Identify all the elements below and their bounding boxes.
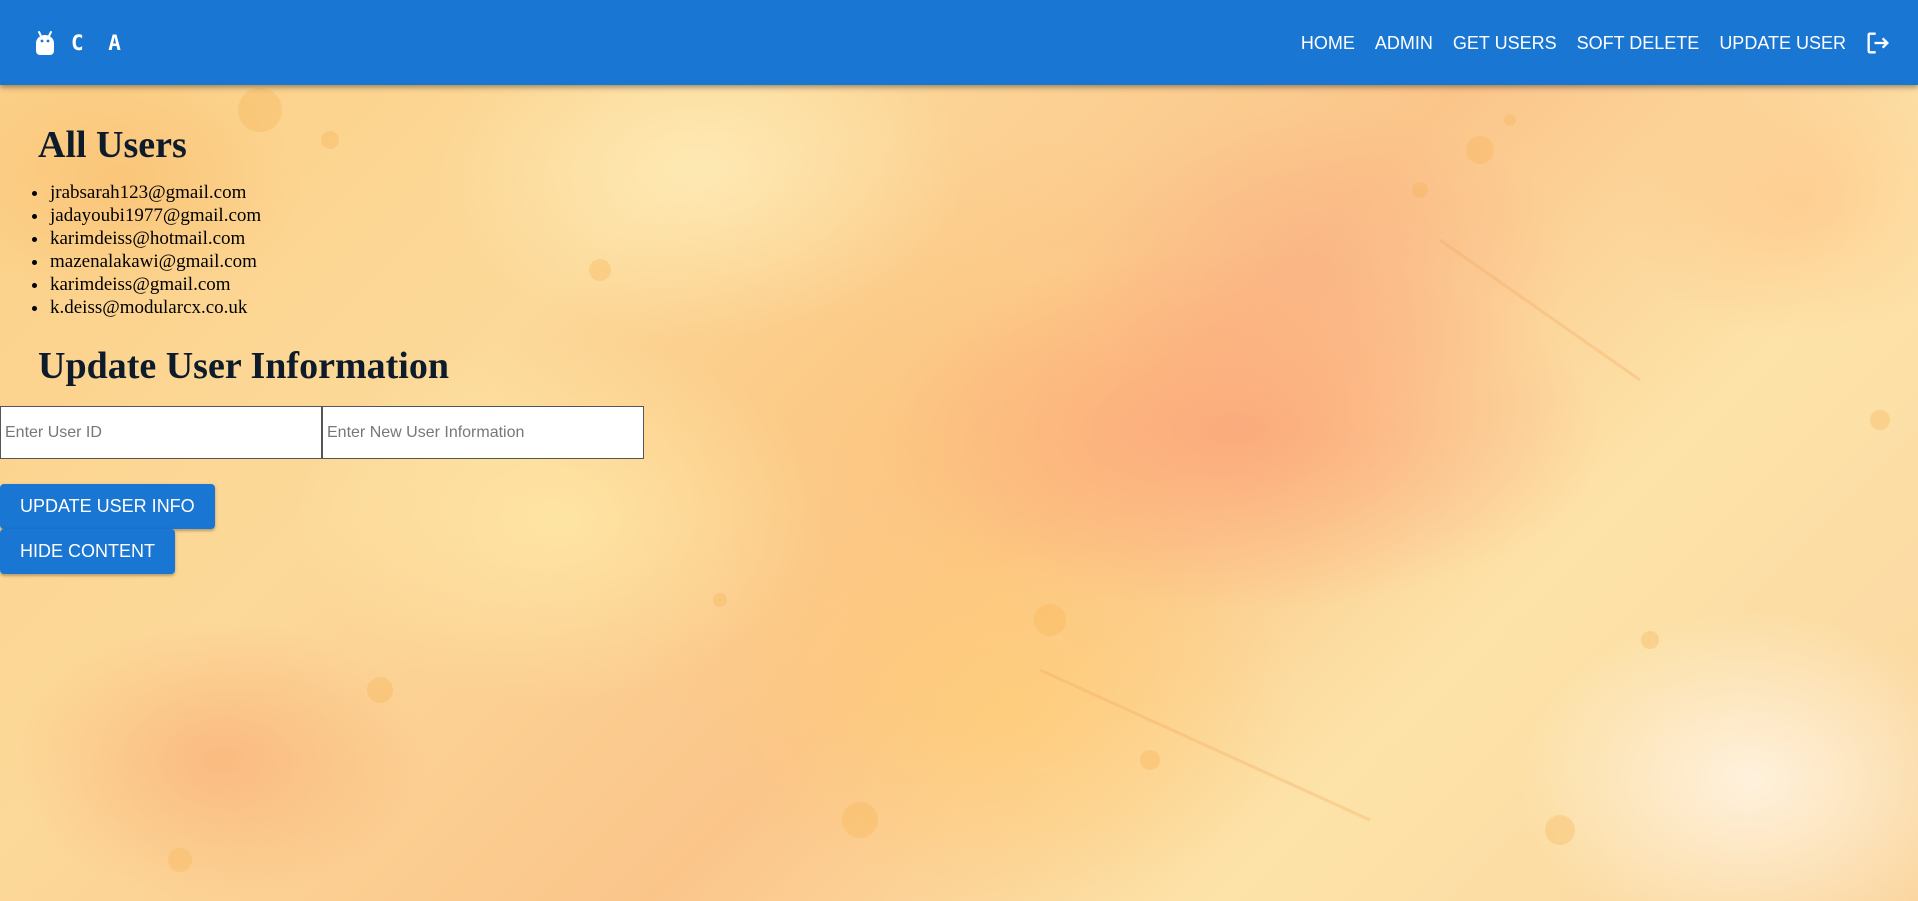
nav-update-user[interactable]: UPDATE USER xyxy=(1709,25,1856,61)
list-item: jadayoubi1977@gmail.com xyxy=(49,204,1918,227)
list-item: k.deiss@modularcx.co.uk xyxy=(49,296,1918,319)
app-bar: C A HOME ADMIN GET USERS SOFT DELETE UPD… xyxy=(0,0,1918,85)
update-user-heading: Update User Information xyxy=(38,345,449,387)
all-users-heading: All Users xyxy=(38,124,187,166)
list-item: jrabsarah123@gmail.com xyxy=(49,181,1918,204)
list-item: karimdeiss@gmail.com xyxy=(49,273,1918,296)
nav-get-users[interactable]: GET USERS xyxy=(1443,25,1567,61)
update-user-info-button[interactable]: UPDATE USER INFO xyxy=(0,484,215,529)
nav-admin[interactable]: ADMIN xyxy=(1365,25,1443,61)
user-email-list: jrabsarah123@gmail.com jadayoubi1977@gma… xyxy=(49,181,1918,319)
brand-text: C A xyxy=(71,30,127,55)
list-item: karimdeiss@hotmail.com xyxy=(49,227,1918,250)
nav-home[interactable]: HOME xyxy=(1291,25,1365,61)
user-info-input[interactable] xyxy=(322,406,644,459)
list-item: mazenalakawi@gmail.com xyxy=(49,250,1918,273)
user-id-input[interactable] xyxy=(0,406,322,459)
android-icon xyxy=(33,29,57,57)
main-content: All Users jrabsarah123@gmail.com jadayou… xyxy=(0,85,1918,574)
brand[interactable]: C A xyxy=(33,29,127,57)
hide-content-button[interactable]: HIDE CONTENT xyxy=(0,529,175,574)
nav-soft-delete[interactable]: SOFT DELETE xyxy=(1567,25,1710,61)
update-form xyxy=(0,406,1918,459)
logout-icon[interactable] xyxy=(1864,29,1892,57)
main-nav: HOME ADMIN GET USERS SOFT DELETE UPDATE … xyxy=(1291,25,1892,61)
